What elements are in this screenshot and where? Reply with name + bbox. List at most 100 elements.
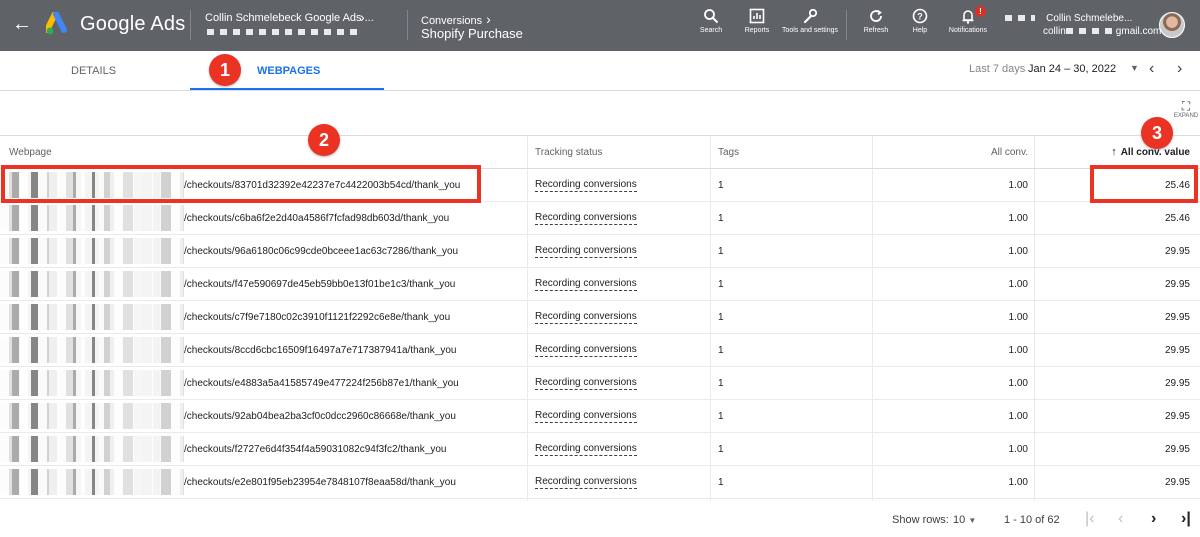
redacted-domain: [0, 205, 184, 231]
all-conv-value: 1.00: [1008, 245, 1028, 257]
webpage-url[interactable]: /checkouts/c7f9e7180c02c3910f1121f2292c6…: [184, 301, 450, 333]
reports-icon: [749, 8, 765, 24]
tracking-status-label: Recording conversions: [535, 409, 637, 423]
tracking-status[interactable]: Recording conversions: [535, 268, 637, 300]
first-page-icon[interactable]: |‹: [1085, 510, 1094, 528]
previous-period-icon[interactable]: ‹: [1149, 60, 1154, 78]
tracking-status[interactable]: Recording conversions: [535, 334, 637, 366]
back-arrow-icon[interactable]: ←: [12, 14, 32, 34]
refresh-icon: [870, 9, 882, 22]
webpage-url[interactable]: /checkouts/92ab04bea2ba3cf0c0dcc2960c866…: [184, 400, 456, 432]
tracking-status[interactable]: Recording conversions: [535, 301, 637, 333]
all-conv-value-amount: 29.95: [1164, 344, 1190, 356]
column-header-tracking-status[interactable]: Tracking status: [535, 136, 602, 168]
date-range-label[interactable]: Last 7 days: [969, 63, 1025, 75]
tracking-status[interactable]: Recording conversions: [535, 367, 637, 399]
tracking-status[interactable]: Recording conversions: [535, 169, 637, 201]
next-page-icon[interactable]: ›: [1151, 510, 1156, 528]
column-header-webpage[interactable]: Webpage: [9, 136, 52, 168]
table-row[interactable]: /checkouts/f47e590697de45eb59bb0e13f01be…: [0, 268, 1200, 301]
previous-page-icon[interactable]: ‹: [1118, 510, 1123, 528]
tracking-status[interactable]: Recording conversions: [535, 433, 637, 465]
table-row[interactable]: /checkouts/96a6180c06c99cde0bceee1ac63c7…: [0, 235, 1200, 268]
all-conv-value: 1.00: [1008, 410, 1028, 422]
webpage-url[interactable]: /checkouts/e2e801f95eb23954e7848107f8eaa…: [184, 466, 456, 498]
webpage-url[interactable]: /checkouts/c6ba6f2e2d40a4586f7fcfad98db6…: [184, 202, 449, 234]
dropdown-arrow-icon: ▼: [968, 516, 977, 525]
tab-bar: DETAILS WEBPAGES Last 7 days Jan 24 – 30…: [0, 51, 1200, 91]
table-row[interactable]: /checkouts/c6ba6f2e2d40a4586f7fcfad98db6…: [0, 202, 1200, 235]
tags-count: 1: [718, 245, 724, 257]
tracking-status-label: Recording conversions: [535, 178, 637, 192]
last-page-icon[interactable]: ›|: [1181, 510, 1191, 528]
webpage-url[interactable]: /checkouts/f47e590697de45eb59bb0e13f01be…: [184, 268, 455, 300]
all-conv-value-amount: 29.95: [1164, 476, 1190, 488]
rows-per-page-select[interactable]: 10 ▼: [953, 514, 976, 526]
table-row[interactable]: /checkouts/c7f9e7180c02c3910f1121f2292c6…: [0, 301, 1200, 334]
pagination-range: 1 - 10 of 62: [1004, 514, 1060, 526]
all-conv-value-amount: 25.46: [1164, 212, 1190, 224]
table-row[interactable]: /checkouts/e2e801f95eb23954e7848107f8eaa…: [0, 466, 1200, 499]
redacted-domain: [0, 337, 184, 363]
tracking-status-label: Recording conversions: [535, 244, 637, 258]
webpage-url[interactable]: /checkouts/f2727e6d4f354f4a59031082c94f3…: [184, 433, 446, 465]
tags-count: 1: [718, 344, 724, 356]
chevron-right-icon: ›: [360, 9, 365, 25]
top-app-bar: ← Google Ads Collin Schmelebeck Google A…: [0, 0, 1200, 51]
brand-name: Google Ads: [80, 13, 186, 35]
tab-details[interactable]: DETAILS: [71, 65, 116, 77]
tracking-status-label: Recording conversions: [535, 310, 637, 324]
tracking-status[interactable]: Recording conversions: [535, 466, 637, 498]
next-period-icon[interactable]: ›: [1177, 60, 1182, 78]
google-ads-logo-icon: [46, 12, 67, 35]
table-footer: Show rows: 10 ▼ 1 - 10 of 62 |‹ ‹ › ›|: [0, 502, 1200, 537]
account-switcher[interactable]: Collin Schmelebeck Google Ads ... ›: [205, 9, 374, 35]
tags-count: 1: [718, 476, 724, 488]
tags-count: 1: [718, 311, 724, 323]
wrench-icon: [803, 8, 818, 24]
tags-count: 1: [718, 212, 724, 224]
column-header-all-conv[interactable]: All conv.: [991, 136, 1028, 168]
bell-icon: [962, 10, 974, 24]
tracking-status[interactable]: Recording conversions: [535, 235, 637, 267]
all-conv-value-amount: 29.95: [1164, 278, 1190, 290]
dropdown-arrow-icon[interactable]: ▼: [1130, 63, 1139, 73]
reports-label: Reports: [744, 27, 770, 34]
tracking-status[interactable]: Recording conversions: [535, 400, 637, 432]
table-row[interactable]: /checkouts/f2727e6d4f354f4a59031082c94f3…: [0, 433, 1200, 466]
all-conv-value: 1.00: [1008, 212, 1028, 224]
table-row[interactable]: /checkouts/92ab04bea2ba3cf0c0dcc2960c866…: [0, 400, 1200, 433]
table-row[interactable]: /checkouts/8ccd6cbc16509f16497a7e7173879…: [0, 334, 1200, 367]
webpage-url[interactable]: /checkouts/96a6180c06c99cde0bceee1ac63c7…: [184, 235, 458, 267]
user-info[interactable]: Collin Schmelebe... collin gmail.com: [1005, 12, 1161, 38]
tab-webpages[interactable]: WEBPAGES: [257, 65, 320, 77]
tools-settings-button[interactable]: Tools and settings: [780, 8, 840, 35]
search-label: Search: [699, 27, 723, 34]
column-header-tags[interactable]: Tags: [718, 136, 739, 168]
notifications-button[interactable]: ! Notifications: [938, 6, 998, 35]
tracking-status[interactable]: Recording conversions: [535, 202, 637, 234]
webpage-url[interactable]: /checkouts/8ccd6cbc16509f16497a7e7173879…: [184, 334, 456, 366]
date-range-value[interactable]: Jan 24 – 30, 2022: [1028, 63, 1116, 75]
sort-ascending-icon: ↑: [1111, 146, 1117, 158]
redacted-domain: [0, 403, 184, 429]
all-conv-value: 1.00: [1008, 443, 1028, 455]
redacted-domain: [0, 271, 184, 297]
redacted-domain: [0, 436, 184, 462]
expand-button[interactable]: ⛶ EXPAND: [1172, 100, 1200, 120]
user-name: Collin Schmelebe...: [1046, 13, 1133, 24]
webpage-url[interactable]: /checkouts/e4883a5a41585749e477224f256b8…: [184, 367, 459, 399]
tracking-status-label: Recording conversions: [535, 475, 637, 489]
table-header: Webpage Tracking status Tags All conv. ↑…: [0, 135, 1200, 169]
tracking-status-label: Recording conversions: [535, 343, 637, 357]
reports-button[interactable]: Reports: [727, 8, 787, 35]
rows-per-page-value: 10: [953, 514, 966, 526]
all-conv-value: 1.00: [1008, 179, 1028, 191]
all-conv-value-amount: 29.95: [1164, 377, 1190, 389]
table-row[interactable]: /checkouts/e4883a5a41585749e477224f256b8…: [0, 367, 1200, 400]
avatar[interactable]: [1159, 12, 1185, 38]
svg-text:?: ?: [917, 12, 923, 22]
show-rows-label: Show rows:: [892, 514, 949, 526]
breadcrumb[interactable]: Conversions ›: [421, 11, 491, 27]
all-conv-value-amount: 29.95: [1164, 245, 1190, 257]
